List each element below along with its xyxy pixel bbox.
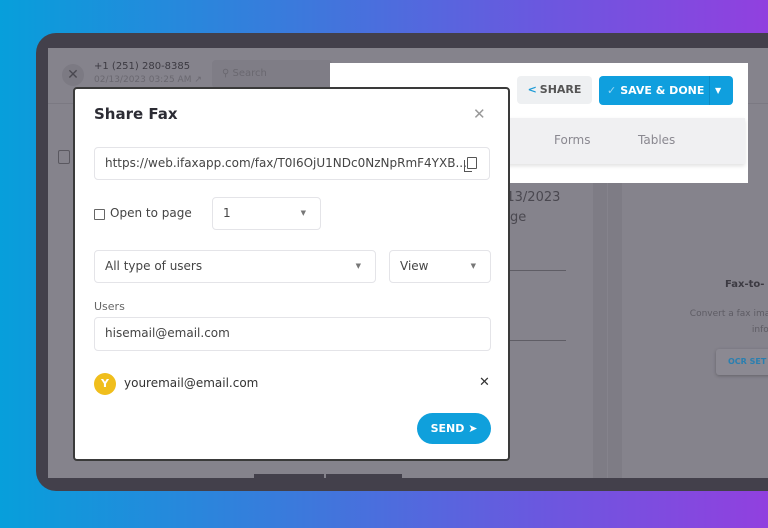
chevron-down-icon: ▼ (300, 209, 306, 217)
copy-icon[interactable] (464, 157, 477, 172)
send-label: SEND (430, 422, 465, 435)
send-icon: ➤ (468, 422, 478, 435)
document-date-text: /13/2023 (502, 190, 561, 205)
close-icon[interactable]: ✕ (473, 105, 486, 123)
share-button[interactable]: < SHARE (517, 76, 592, 104)
fax-phone-number: +1 (251) 280-8385 (94, 61, 191, 72)
search-icon: ⚲ (222, 68, 230, 79)
document-icon[interactable] (58, 150, 70, 164)
shared-user-email: youremail@email.com (124, 376, 259, 390)
ocr-desc-line2: inforr (751, 325, 768, 335)
search-placeholder: Search (232, 68, 267, 79)
permission-select[interactable]: View ▼ (389, 250, 491, 283)
tab-forms[interactable]: Forms (554, 133, 590, 147)
share-label: SHARE (539, 83, 582, 96)
open-external-icon[interactable]: ↗ (194, 75, 202, 85)
avatar: Y (94, 373, 116, 395)
share-fax-modal: Share Fax ✕ https://web.ifaxapp.com/fax/… (73, 87, 510, 461)
button-split-divider (709, 76, 710, 105)
close-fax-button[interactable]: ✕ (62, 64, 84, 86)
fax-datetime-text: 02/13/2023 03:25 AM (94, 75, 192, 85)
document-date-fragment: /13/2023 age (502, 188, 560, 228)
save-done-label: SAVE & DONE (620, 84, 705, 97)
chevron-down-icon[interactable]: ▼ (715, 76, 721, 105)
user-type-value: All type of users (105, 259, 203, 273)
chevron-down-icon: ▼ (355, 262, 361, 270)
open-to-page-checkbox[interactable] (94, 209, 105, 220)
share-icon: < (527, 83, 537, 96)
open-to-page-label: Open to page (110, 206, 192, 220)
modal-title: Share Fax (94, 105, 178, 123)
users-label: Users (94, 300, 125, 313)
users-email-value: hisemail@email.com (105, 326, 230, 340)
page-select[interactable]: 1 ▼ (212, 197, 321, 230)
chevron-down-icon: ▼ (470, 262, 476, 270)
ocr-panel-title: Fax-to- (725, 279, 765, 290)
ocr-desc-line1: Convert a fax imag (689, 309, 768, 319)
permission-value: View (400, 259, 429, 273)
document-divider (510, 270, 566, 271)
ocr-panel-description: Convert a fax imag inforr (666, 306, 768, 338)
save-done-button[interactable]: ✓ SAVE & DONE ▼ (599, 76, 733, 105)
page-select-value: 1 (223, 206, 231, 220)
document-divider (510, 340, 566, 341)
panel-divider (593, 183, 607, 478)
share-url-field[interactable]: https://web.ifaxapp.com/fax/T0I6OjU1NDc0… (94, 147, 490, 180)
search-input[interactable]: ⚲ Search (212, 60, 332, 88)
check-icon: ✓ (607, 84, 617, 97)
fax-datetime: 02/13/2023 03:25 AM ↗ (94, 75, 202, 85)
bottom-tab[interactable] (254, 474, 324, 478)
ocr-settings-button[interactable]: OCR SET (716, 349, 768, 375)
remove-user-icon[interactable]: ✕ (479, 375, 490, 390)
send-button[interactable]: SEND ➤ (417, 413, 491, 444)
bottom-tab[interactable] (326, 474, 402, 478)
share-url-text: https://web.ifaxapp.com/fax/T0I6OjU1NDc0… (105, 156, 467, 170)
save-done-main[interactable]: ✓ SAVE & DONE (599, 76, 709, 105)
user-type-select[interactable]: All type of users ▼ (94, 250, 376, 283)
tab-tables[interactable]: Tables (638, 133, 675, 147)
users-email-input[interactable]: hisemail@email.com (94, 317, 491, 351)
scrollbar[interactable] (608, 183, 622, 478)
